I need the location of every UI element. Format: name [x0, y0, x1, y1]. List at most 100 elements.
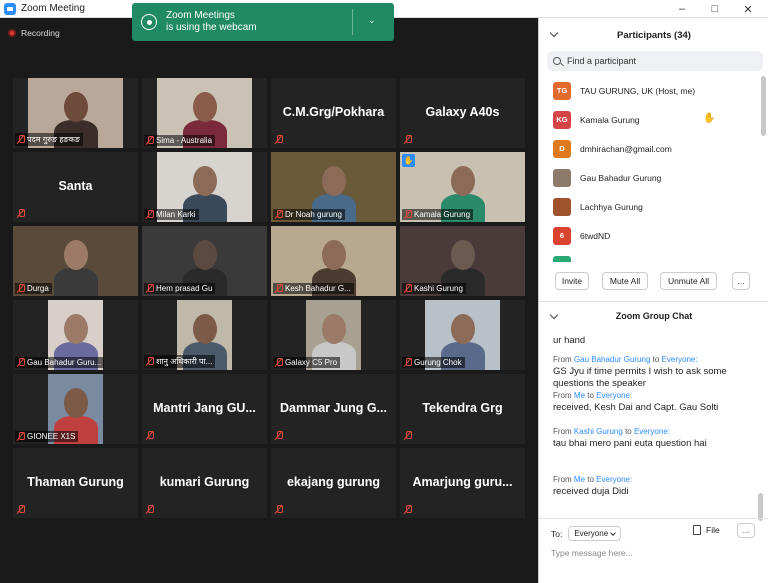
participant-tile[interactable]: Kashi Gurung — [400, 226, 525, 296]
unmute-all-button[interactable]: Unmute All — [660, 272, 717, 290]
chat-sender[interactable]: Me — [574, 391, 585, 400]
chat-recipient[interactable]: Everyone: — [662, 355, 698, 364]
chat-more-button[interactable]: ... — [737, 523, 755, 538]
chat-recipient[interactable]: Everyone: — [596, 475, 632, 484]
tile-name: Milan Karki — [156, 210, 196, 219]
avatar: D — [553, 139, 571, 158]
participant-name-label: Kashi Gurung — [402, 283, 466, 294]
chat-message-text: received, Kesh Dai and Capt. Gau Solti — [553, 402, 719, 413]
raised-hand-icon[interactable]: ✋ — [703, 113, 715, 124]
chat-recipient[interactable]: Everyone: — [634, 427, 670, 436]
participant-name-label: Kamala Gurung — [402, 209, 474, 220]
mic-muted-icon — [275, 210, 283, 219]
search-icon — [553, 57, 561, 65]
participant-tile[interactable]: Santa — [13, 152, 138, 222]
from-label: From — [553, 427, 572, 436]
participant-tile[interactable]: Kesh Bahadur G... — [271, 226, 396, 296]
chat-scrollbar[interactable] — [758, 493, 763, 521]
chat-message: From Kashi Gurung to Everyone: tau bhai m… — [553, 427, 753, 450]
participant-tile[interactable]: ekajang gurung — [271, 448, 396, 518]
recipient-dropdown[interactable]: Everyone — [568, 526, 622, 541]
participant-search[interactable] — [547, 51, 763, 71]
invite-button[interactable]: Invite — [555, 272, 589, 290]
participant-name: Lachhya Gurung — [580, 201, 643, 212]
participant-tile[interactable]: Tekendra Grg — [400, 374, 525, 444]
mic-muted-icon — [275, 358, 283, 367]
mic-muted-icon — [17, 209, 25, 218]
participant-row[interactable]: TG TAU GURUNG, UK (Host, me) — [539, 76, 768, 105]
chat-sender[interactable]: Kashi Gurung — [574, 427, 623, 436]
participant-row[interactable]: Gau Bahadur Gurung — [539, 163, 768, 192]
participant-tile[interactable]: Durga — [13, 226, 138, 296]
zoom-app-icon — [4, 2, 16, 15]
search-input[interactable] — [567, 56, 757, 66]
tile-name: Dammar Jung G... — [280, 401, 387, 415]
raised-hand-icon: ✋ — [402, 154, 415, 167]
participant-name: dmhirachan@gmail.com — [580, 143, 672, 154]
participant-tile[interactable]: Kamala Gurung ✋ — [400, 152, 525, 222]
tile-name: Durga — [27, 284, 49, 293]
chat-message-input[interactable] — [551, 545, 756, 561]
chat-recipient[interactable]: Everyone: — [596, 391, 632, 400]
tile-name: GIONEE X1S — [27, 432, 76, 441]
chat-sender[interactable]: Me — [574, 475, 585, 484]
mic-muted-icon — [17, 358, 25, 367]
participant-tile[interactable]: Thaman Gurung — [13, 448, 138, 518]
chat-messages: ur hand From Gau Bahadur Gurung to Every… — [539, 331, 761, 521]
participant-scrollbar[interactable] — [761, 76, 766, 136]
participant-row[interactable] — [539, 250, 768, 262]
participant-tile[interactable]: C.M.Grg/Pokhara — [271, 78, 396, 148]
participant-tile[interactable]: Gurung Chok — [400, 300, 525, 370]
minimize-button[interactable]: – — [668, 0, 696, 18]
participant-tile[interactable]: Galaxy C5 Pro — [271, 300, 396, 370]
chat-message-meta: From Me to Everyone: — [553, 391, 753, 400]
avatar — [553, 168, 571, 187]
participants-more-button[interactable]: ... — [732, 272, 750, 290]
participant-tile[interactable]: Galaxy A40s — [400, 78, 525, 148]
participant-tile[interactable]: Dammar Jung G... — [271, 374, 396, 444]
participant-tile[interactable]: Dr Noah gurung — [271, 152, 396, 222]
tile-name: Kashi Gurung — [414, 284, 463, 293]
participant-name-label: GIONEE X1S — [15, 431, 79, 442]
chat-sender[interactable]: Gau Bahadur Gurung — [574, 355, 651, 364]
chevron-down-icon[interactable]: ⌄ — [368, 15, 376, 26]
close-button[interactable]: ✕ — [734, 0, 762, 18]
participant-tile[interactable]: Hem prasad Gu — [142, 226, 267, 296]
recording-indicator[interactable]: Recording — [8, 28, 60, 38]
tile-name: Gurung Chok — [414, 358, 462, 367]
mute-all-button[interactable]: Mute All — [602, 272, 648, 290]
chat-header: Zoom Group Chat — [539, 306, 768, 326]
participant-tile[interactable]: पदम गुरुङ हङकङ — [13, 78, 138, 148]
participants-header: Participants (34) — [539, 18, 768, 52]
participant-tile[interactable]: Sima - Australia — [142, 78, 267, 148]
participant-tile[interactable]: शानु अधिकारी पा... — [142, 300, 267, 370]
participant-row[interactable]: Lachhya Gurung — [539, 192, 768, 221]
webcam-icon — [141, 14, 157, 30]
mic-muted-icon — [275, 431, 283, 440]
file-icon — [693, 525, 701, 535]
mic-muted-icon — [275, 284, 283, 293]
participant-name-label: Durga — [15, 283, 52, 294]
participant-tile[interactable]: Gau Bahadur Guru... — [13, 300, 138, 370]
file-button[interactable]: File — [693, 525, 720, 535]
collapse-chevron-icon[interactable] — [549, 28, 559, 38]
chat-message-meta: From Me to Everyone: — [553, 475, 753, 484]
participant-name-label: शानु अधिकारी पा... — [144, 355, 216, 368]
collapse-chat-chevron-icon[interactable] — [549, 310, 559, 320]
maximize-button[interactable]: □ — [701, 0, 729, 18]
participant-row[interactable]: Ddmhirachan@gmail.com — [539, 134, 768, 163]
participant-row[interactable]: KG Kamala Gurung ✋ — [539, 105, 768, 134]
participant-tile[interactable]: kumari Gurung — [142, 448, 267, 518]
to-word: to — [587, 475, 594, 484]
participant-tile[interactable]: GIONEE X1S — [13, 374, 138, 444]
participant-row[interactable]: 6 6twdND — [539, 221, 768, 250]
from-label: From — [553, 355, 572, 364]
side-panel: Participants (34) TG TAU GURUNG, UK (Host… — [538, 18, 768, 583]
participant-tile[interactable]: Mantri Jang GU... — [142, 374, 267, 444]
from-label: From — [553, 391, 572, 400]
avatar: KG — [553, 110, 571, 129]
participant-tile[interactable]: Milan Karki — [142, 152, 267, 222]
mic-muted-icon — [404, 431, 412, 440]
webcam-notification[interactable]: Zoom Meetings is using the webcam ⌄ — [132, 3, 394, 41]
participant-tile[interactable]: Amarjung guru... — [400, 448, 525, 518]
